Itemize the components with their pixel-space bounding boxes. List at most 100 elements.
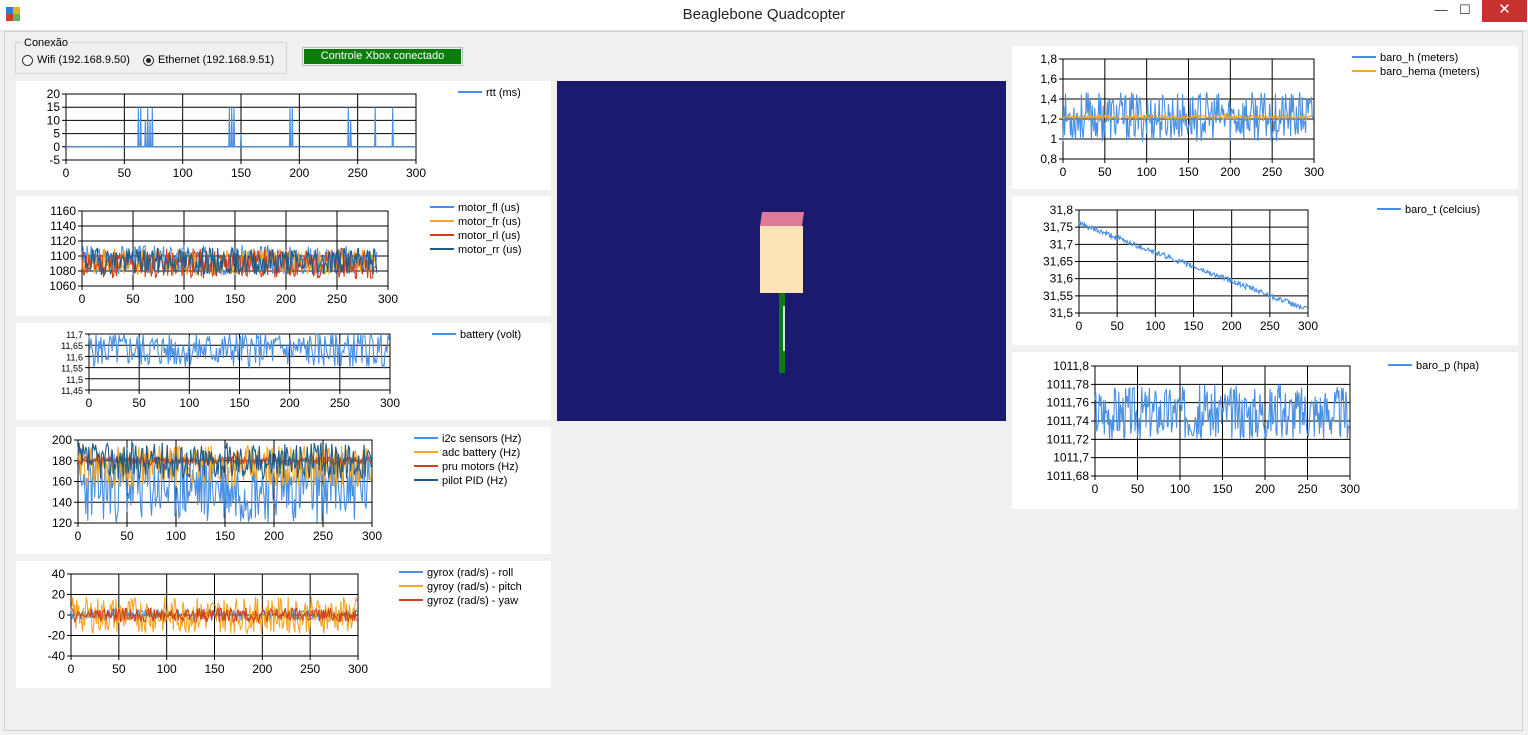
radio-wifi-label: Wifi (192.168.9.50) <box>37 54 130 66</box>
x-tick-label: 50 <box>1131 482 1145 496</box>
y-tick-label: -5 <box>49 153 60 167</box>
xbox-status-indicator: Controle Xbox conectado <box>302 47 463 66</box>
xbox-status-label: Controle Xbox conectado <box>304 49 461 64</box>
radio-wifi[interactable]: Wifi (192.168.9.50) <box>22 54 130 66</box>
x-tick-label: 0 <box>79 292 86 306</box>
radio-wifi-indicator[interactable] <box>22 54 33 66</box>
title-bar: Beaglebone Quadcopter — ☐ ✕ <box>0 0 1528 31</box>
legend-label: motor_fl (us) <box>458 202 520 214</box>
model-stick-highlight <box>783 306 785 351</box>
chart-panel-baro-h: 0 50 100 150 200 250 300 1,8 1,6 1,4 1,2 1 0,8 baro_h… <box>1012 46 1518 189</box>
y-tick-label: 31,75 <box>1043 220 1073 234</box>
x-tick-label: 300 <box>1298 319 1318 333</box>
y-tick-label: 10 <box>47 113 61 127</box>
x-tick-label: 150 <box>215 529 235 543</box>
legend-label: gyrox (rad/s) - roll <box>427 567 513 579</box>
x-tick-label: 100 <box>174 292 194 306</box>
x-tick-label: 250 <box>313 529 333 543</box>
y-tick-label: 20 <box>52 588 66 602</box>
radio-ethernet-indicator[interactable] <box>143 54 154 66</box>
legend-label: baro_p (hpa) <box>1416 360 1479 372</box>
chart-baro-h: 0 50 100 150 200 250 300 1,8 1,6 1,4 1,2 1 0,8 baro_h… <box>1040 52 1479 179</box>
x-tick-label: 0 <box>1060 165 1067 179</box>
y-tick-label: 11,55 <box>61 364 83 374</box>
y-tick-label: 1011,68 <box>1047 469 1090 483</box>
y-tick-label: 1,6 <box>1040 72 1057 86</box>
x-tick-label: 200 <box>1222 319 1242 333</box>
chart-baro-t: 0 50 100 150 200 250 300 31,8 31,75 31,7 31,65 31,6… <box>1043 203 1480 333</box>
radio-ethernet[interactable]: Ethernet (192.168.9.51) <box>143 54 274 66</box>
y-tick-label: 40 <box>52 567 66 581</box>
x-tick-label: 250 <box>327 292 347 306</box>
y-tick-label: 11,6 <box>66 352 83 362</box>
x-tick-label: 300 <box>1340 482 1360 496</box>
legend-label: pilot PID (Hz) <box>442 475 507 487</box>
y-tick-label: 20 <box>47 87 61 101</box>
x-tick-label: 300 <box>1304 165 1324 179</box>
x-tick-label: 200 <box>276 292 296 306</box>
chart-gyro: 0 50 100 150 200 250 30040200-20-40gyrox (rad/… <box>48 567 522 676</box>
x-tick-label: 0 <box>86 396 93 410</box>
y-tick-label: 31,6 <box>1050 272 1074 286</box>
y-tick-label: 1011,7 <box>1053 451 1089 465</box>
y-tick-label: 1160 <box>50 204 76 218</box>
quadcopter-3d-view[interactable] <box>557 81 1006 421</box>
legend-label: i2c sensors (Hz) <box>442 433 521 445</box>
chart-baro-p: 0 50 100 150 200 250 300 1011,8 1011,78 1011,76 10… <box>1047 359 1480 496</box>
x-tick-label: 0 <box>63 166 70 180</box>
x-tick-label: 50 <box>1110 319 1124 333</box>
y-tick-label: 1100 <box>50 249 76 263</box>
y-tick-label: 31,55 <box>1043 289 1073 303</box>
legend-label: baro_h (meters) <box>1380 52 1458 64</box>
y-tick-label: -40 <box>48 649 66 663</box>
x-tick-label: 200 <box>252 662 272 676</box>
y-tick-label: 11,45 <box>61 386 83 396</box>
y-tick-label: 1011,76 <box>1047 396 1090 410</box>
y-tick-label: 31,7 <box>1050 237 1074 251</box>
y-tick-label: 1,4 <box>1040 92 1057 106</box>
x-tick-label: 300 <box>348 662 368 676</box>
connection-group-label: Conexão <box>22 37 71 49</box>
y-tick-label: 1060 <box>49 279 76 293</box>
model-top-face <box>760 212 804 226</box>
y-tick-label: 1,2 <box>1040 112 1057 126</box>
radio-ethernet-label: Ethernet (192.168.9.51) <box>158 54 275 66</box>
x-tick-label: 150 <box>225 292 245 306</box>
x-tick-label: 200 <box>289 166 309 180</box>
y-tick-label: 1011,72 <box>1047 432 1090 446</box>
y-tick-label: 11,65 <box>61 341 83 351</box>
y-tick-label: 31,8 <box>1050 203 1074 217</box>
x-tick-label: 200 <box>1255 482 1275 496</box>
chart-panel-baro-p: 0 50 100 150 200 250 300 1011,8 1011,78 1011,76 10… <box>1012 352 1518 509</box>
y-tick-label: 0 <box>53 140 60 154</box>
y-tick-label: 31,65 <box>1043 255 1073 269</box>
x-tick-label: 100 <box>1137 165 1157 179</box>
x-tick-label: 150 <box>231 166 251 180</box>
y-tick-label: 200 <box>52 433 72 447</box>
y-tick-label: -20 <box>48 629 66 643</box>
model-body <box>760 226 803 293</box>
x-tick-label: 100 <box>173 166 193 180</box>
legend-label: motor_rl (us) <box>458 230 520 242</box>
close-button[interactable]: ✕ <box>1482 0 1527 22</box>
x-tick-label: 250 <box>348 166 368 180</box>
quadcopter-model-icon <box>760 212 804 373</box>
x-tick-label: 250 <box>1297 482 1317 496</box>
chart-panel-rates: 0 50 100 150 200 250 300 200 180 160 140 120 i2c sen… <box>16 427 551 554</box>
x-tick-label: 150 <box>1212 482 1232 496</box>
x-tick-label: 100 <box>179 396 199 410</box>
app-window: Beaglebone Quadcopter — ☐ ✕ Conexão Wifi… <box>0 0 1528 735</box>
legend-label: pru motors (Hz) <box>442 461 518 473</box>
x-tick-label: 0 <box>1076 319 1083 333</box>
legend-label: battery (volt) <box>460 329 521 341</box>
y-tick-label: 140 <box>52 495 72 509</box>
legend-label: gyroz (rad/s) - yaw <box>427 595 518 607</box>
x-tick-label: 300 <box>380 396 400 410</box>
maximize-button[interactable]: ☐ <box>1450 0 1480 22</box>
legend-label: baro_t (celcius) <box>1405 204 1480 216</box>
chart-panel-gyro: 0 50 100 150 200 250 300 40 20 0 -20 -40 gyrox (rad/… <box>16 561 551 688</box>
x-tick-label: 50 <box>112 662 126 676</box>
legend-label: adc battery (Hz) <box>442 447 520 459</box>
y-tick-label: 120 <box>52 516 72 530</box>
x-tick-label: 150 <box>1178 165 1198 179</box>
